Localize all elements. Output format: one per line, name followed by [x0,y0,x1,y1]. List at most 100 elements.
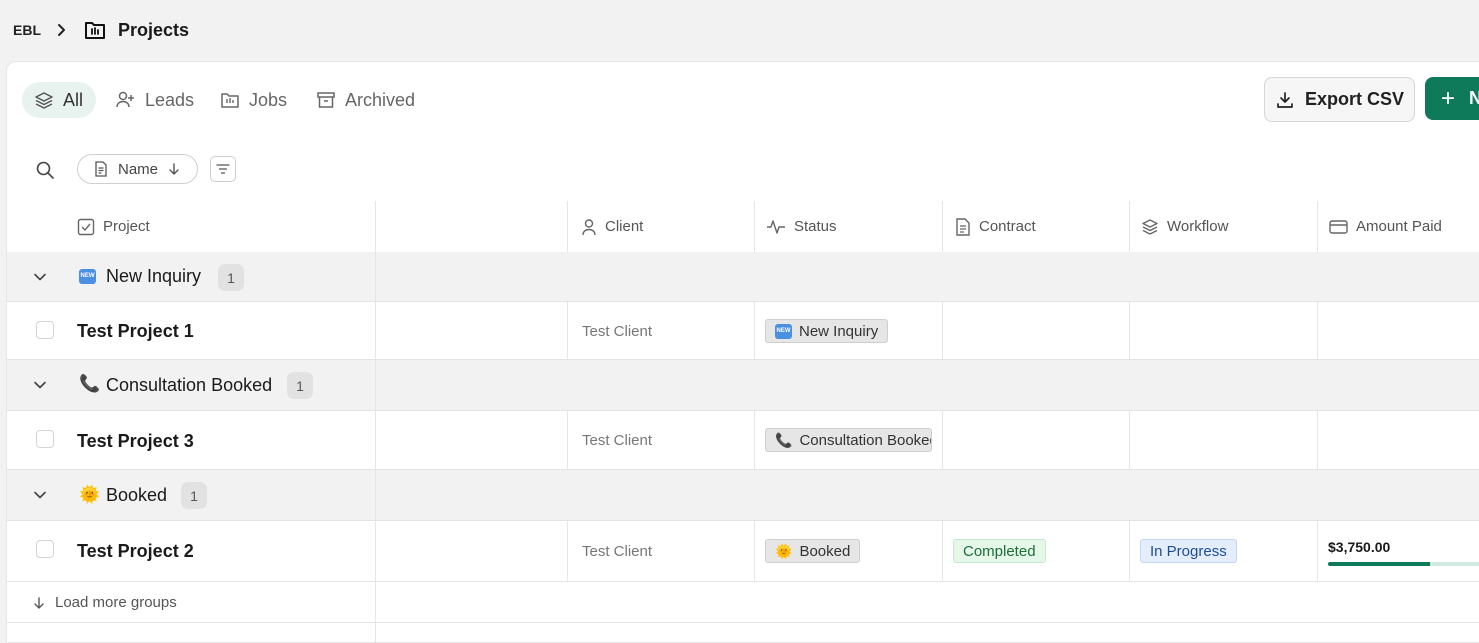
column-divider [567,521,568,581]
table-row[interactable]: Test Project 3 Test Client 📞 Consultatio… [7,411,1479,470]
tab-jobs[interactable]: Jobs [220,82,287,118]
chevron-right-icon [58,24,65,36]
column-header-workflow[interactable]: Workflow [1129,201,1317,252]
row-checkbox[interactable] [36,321,54,339]
column-divider [567,411,568,469]
tab-leads-label: Leads [145,89,195,110]
new-project-button[interactable]: + N [1425,77,1479,120]
status-badge[interactable]: 🌞 Booked [765,539,861,563]
status-label: Consultation Booked [799,431,932,449]
column-divider [1317,521,1318,581]
tab-jobs-label: Jobs [249,89,288,110]
column-header-project[interactable]: Project [77,201,375,252]
new-project-label: N [1469,88,1479,109]
column-divider [375,623,376,642]
column-divider [567,302,568,359]
page-title: Projects [118,20,190,40]
column-divider [1129,302,1130,359]
column-header-amount-paid[interactable]: Amount Paid [1317,201,1479,252]
column-divider [1317,411,1318,469]
arrow-down-icon [34,596,44,609]
archive-icon [317,92,335,108]
column-divider [1129,411,1130,469]
row-checkbox[interactable] [36,540,54,558]
activity-icon [767,219,785,234]
contract-badge[interactable]: Completed [953,539,1046,563]
chevron-down-icon[interactable] [33,378,47,392]
column-divider [942,302,943,359]
download-icon [1277,91,1293,108]
export-csv-button[interactable]: Export CSV [1264,77,1415,122]
load-more-groups-button[interactable]: Load more groups [33,594,177,611]
table-row[interactable]: Test Project 2 Test Client 🌞 Booked Comp… [7,521,1479,582]
group-row-consultation-booked[interactable]: 📞 Consultation Booked 1 [7,360,1479,411]
group-label: Booked [106,485,168,505]
group-row-booked[interactable]: 🌞 Booked 1 [7,470,1479,521]
status-badge[interactable]: 📞 Consultation Booked [765,428,932,452]
search-icon[interactable] [35,160,55,180]
client-name: Test Client [582,543,653,560]
chevron-down-icon[interactable] [33,270,47,284]
column-header-status[interactable]: Status [754,201,942,252]
column-label: Amount Paid [1356,218,1442,235]
layers-icon [1142,218,1158,235]
group-row-new-inquiry[interactable]: NEW New Inquiry 1 [7,252,1479,302]
user-plus-icon [116,91,134,108]
client-name: Test Client [582,432,653,449]
column-label: Project [103,218,150,235]
project-name[interactable]: Test Project 3 [77,431,194,452]
table-footer-row [7,623,1479,642]
filter-button[interactable] [210,156,236,182]
column-divider [754,302,755,359]
tab-leads[interactable]: Leads [115,82,194,118]
document-icon [95,161,107,177]
table-row[interactable]: Test Project 1 Test Client NEW New Inqui… [7,302,1479,360]
column-label: Contract [979,218,1036,235]
table-header: Project Client Status Contract Workflow [7,201,1479,253]
project-name[interactable]: Test Project 2 [77,541,194,562]
projects-panel: All Leads Jobs Archived Export CSV + N N… [6,61,1479,643]
column-divider [1129,521,1130,581]
filter-icon [216,164,230,174]
load-more-label: Load more groups [55,594,177,611]
column-divider [375,252,376,301]
layers-icon [35,92,53,109]
group-count-badge: 1 [218,264,244,291]
load-more-row: Load more groups [7,582,1479,623]
status-label: New Inquiry [799,322,879,340]
project-name[interactable]: Test Project 1 [77,321,194,342]
column-divider [942,521,943,581]
column-divider [754,411,755,469]
chevron-down-icon[interactable] [33,488,47,502]
tab-archived-label: Archived [345,89,416,110]
document-icon [956,217,970,236]
group-count-badge: 1 [287,372,313,399]
column-divider [754,521,755,581]
sort-chip[interactable]: Name [77,154,198,184]
breadcrumb-root[interactable]: EBL [13,22,41,38]
folder-icon [85,22,105,39]
arrow-down-icon [169,163,179,175]
export-csv-label: Export CSV [1304,89,1405,109]
workflow-badge[interactable]: In Progress [1140,539,1237,563]
tab-all[interactable]: All [22,82,97,118]
column-header-contract[interactable]: Contract [942,201,1129,252]
column-divider [375,302,376,359]
tab-all-label: All [63,89,84,110]
new-inquiry-icon: NEW [775,323,792,340]
column-label: Client [605,218,644,235]
phone-icon: 📞 [79,374,101,393]
client-name: Test Client [582,323,653,340]
column-divider [942,411,943,469]
column-divider [1317,302,1318,359]
credit-card-icon [1329,219,1348,234]
user-icon [582,218,596,235]
group-label: Consultation Booked [106,375,273,395]
group-label: New Inquiry [106,266,202,286]
row-checkbox[interactable] [36,430,54,448]
tab-archived[interactable]: Archived [316,82,415,118]
status-badge[interactable]: NEW New Inquiry [765,319,889,343]
column-header-client[interactable]: Client [567,201,754,252]
checkbox-icon [77,218,95,235]
column-divider [375,521,376,581]
